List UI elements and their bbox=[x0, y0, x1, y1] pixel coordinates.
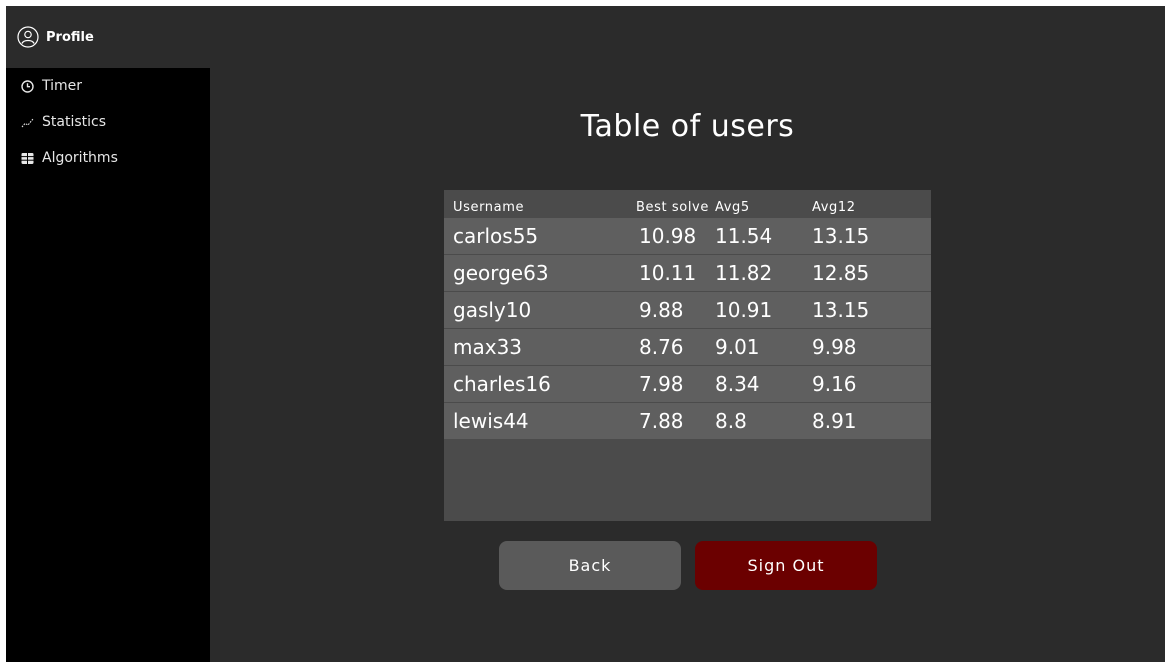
profile-label: Profile bbox=[46, 29, 94, 45]
cell-avg5: 11.54 bbox=[715, 224, 773, 248]
sidebar-item-timer[interactable]: Timer bbox=[6, 68, 210, 104]
cell-avg12: 12.85 bbox=[812, 261, 870, 285]
column-header-best-solve: Best solve bbox=[636, 200, 709, 215]
table-row: george63 10.11 11.82 12.85 bbox=[444, 255, 931, 292]
cell-avg12: 9.98 bbox=[812, 335, 857, 359]
cell-avg5: 9.01 bbox=[715, 335, 760, 359]
back-button[interactable]: Back bbox=[499, 541, 681, 590]
column-header-avg12: Avg12 bbox=[812, 200, 856, 215]
table-row: gasly10 9.88 10.91 13.15 bbox=[444, 292, 931, 329]
sign-out-button[interactable]: Sign Out bbox=[695, 541, 877, 590]
cell-username: george63 bbox=[453, 261, 549, 285]
cell-avg5: 8.34 bbox=[715, 372, 760, 396]
table-row: max33 8.76 9.01 9.98 bbox=[444, 329, 931, 366]
table-row: charles16 7.98 8.34 9.16 bbox=[444, 366, 931, 403]
cell-best-solve: 10.98 bbox=[639, 224, 697, 248]
table-row: lewis44 7.88 8.8 8.91 bbox=[444, 403, 931, 440]
cell-best-solve: 10.11 bbox=[639, 261, 697, 285]
app-window: Profile Timer Statistics Algorithms Tabl… bbox=[6, 6, 1165, 662]
cell-avg12: 8.91 bbox=[812, 409, 857, 433]
cell-avg12: 13.15 bbox=[812, 298, 870, 322]
table-row: carlos55 10.98 11.54 13.15 bbox=[444, 218, 931, 255]
cell-avg12: 9.16 bbox=[812, 372, 857, 396]
clock-icon bbox=[20, 79, 34, 93]
user-circle-icon bbox=[16, 25, 40, 49]
cell-best-solve: 7.88 bbox=[639, 409, 684, 433]
cell-avg5: 11.82 bbox=[715, 261, 773, 285]
chart-line-icon bbox=[20, 115, 34, 129]
cell-username: carlos55 bbox=[453, 224, 539, 248]
sidebar-item-label: Algorithms bbox=[42, 150, 118, 166]
cell-username: gasly10 bbox=[453, 298, 532, 322]
cell-best-solve: 7.98 bbox=[639, 372, 684, 396]
sidebar-item-label: Timer bbox=[42, 78, 83, 94]
profile-button[interactable]: Profile bbox=[6, 6, 216, 68]
sidebar-item-statistics[interactable]: Statistics bbox=[6, 104, 210, 140]
sidebar-nav: Timer Statistics Algorithms bbox=[6, 68, 210, 176]
table-header: Username Best solve Avg5 Avg12 bbox=[444, 190, 931, 218]
cell-best-solve: 9.88 bbox=[639, 298, 684, 322]
grid-icon bbox=[20, 151, 34, 165]
cell-avg5: 10.91 bbox=[715, 298, 773, 322]
cell-avg12: 13.15 bbox=[812, 224, 870, 248]
sidebar-item-algorithms[interactable]: Algorithms bbox=[6, 140, 210, 176]
cell-avg5: 8.8 bbox=[715, 409, 747, 433]
cell-username: max33 bbox=[453, 335, 523, 359]
column-header-avg5: Avg5 bbox=[715, 200, 750, 215]
users-table: Username Best solve Avg5 Avg12 carlos55 … bbox=[444, 190, 931, 521]
sidebar-item-label: Statistics bbox=[42, 114, 106, 130]
page-title: Table of users bbox=[580, 109, 795, 144]
column-header-username: Username bbox=[453, 200, 525, 215]
cell-username: charles16 bbox=[453, 372, 551, 396]
cell-best-solve: 8.76 bbox=[639, 335, 684, 359]
cell-username: lewis44 bbox=[453, 409, 529, 433]
